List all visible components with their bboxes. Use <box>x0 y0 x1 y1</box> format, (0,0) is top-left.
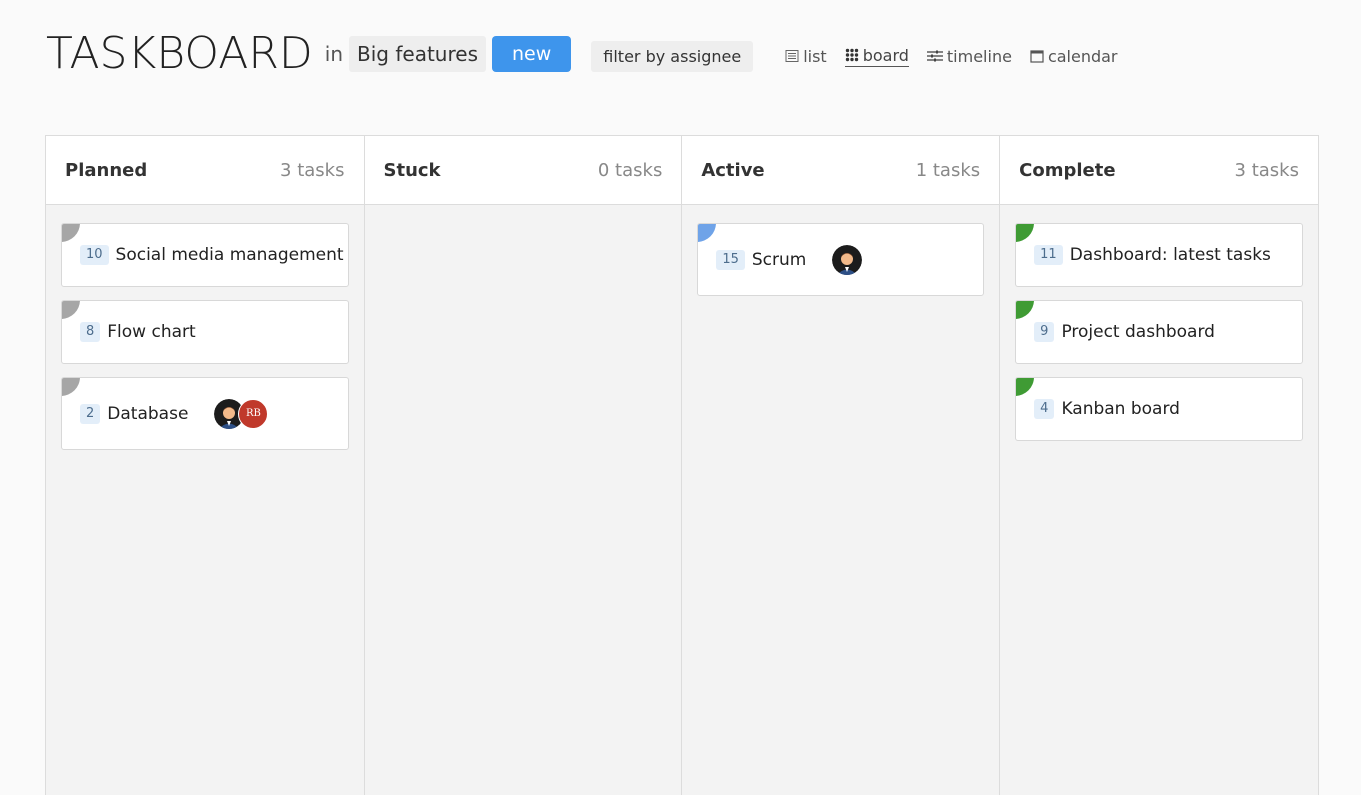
column-task-count: 1 tasks <box>915 159 981 181</box>
task-number: 11 <box>1034 245 1063 265</box>
view-label: board <box>862 45 909 65</box>
task-card[interactable]: 11 Dashboard: latest tasks <box>1015 223 1303 287</box>
assignee-avatars: RB <box>214 398 269 429</box>
board-grid-icon <box>845 48 859 62</box>
column-body[interactable]: 11 Dashboard: latest tasks 9 Project das… <box>1000 205 1318 441</box>
column-task-count: 3 tasks <box>1234 159 1299 181</box>
column-header: Stuck 0 tasks <box>364 136 682 205</box>
task-title: Project dashboard <box>1061 322 1215 342</box>
column-title: Complete <box>1019 159 1116 181</box>
view-label: calendar <box>1047 46 1118 66</box>
task-number: 8 <box>80 322 101 342</box>
view-calendar[interactable]: calendar <box>1030 47 1118 66</box>
column-complete: Complete 3 tasks 11 Dashboard: latest ta… <box>1000 136 1318 795</box>
kanban-board: Planned 3 tasks 10 Social media manageme… <box>45 135 1319 795</box>
list-icon <box>785 49 799 63</box>
view-label: list <box>803 46 827 66</box>
task-title: Flow chart <box>107 322 196 342</box>
column-task-count: 3 tasks <box>280 159 345 181</box>
column-active: Active 1 tasks 15 Scrum <box>682 136 1001 795</box>
column-stuck: Stuck 0 tasks <box>364 136 683 795</box>
column-body[interactable]: 15 Scrum <box>682 205 999 296</box>
status-corner <box>61 301 80 319</box>
view-timeline[interactable]: timeline <box>926 46 1012 66</box>
task-number: 4 <box>1034 399 1055 419</box>
column-header: Planned 3 tasks <box>46 136 364 205</box>
task-number: 9 <box>1034 322 1055 342</box>
in-label: in <box>324 42 344 66</box>
column-title: Planned <box>65 159 148 181</box>
initials-avatar[interactable]: RB <box>238 398 269 429</box>
view-list[interactable]: list <box>785 47 827 66</box>
project-selector[interactable]: Big features <box>349 36 486 72</box>
column-header: Active 1 tasks <box>682 136 1000 205</box>
task-number: 10 <box>80 245 109 265</box>
column-title: Stuck <box>383 159 441 181</box>
column-body[interactable]: 10 Social media management 8 Flow chart … <box>46 205 364 450</box>
task-card[interactable]: 4 Kanban board <box>1015 377 1303 441</box>
status-corner <box>61 224 80 242</box>
task-title: Database <box>107 403 189 424</box>
task-number: 15 <box>716 249 745 270</box>
task-card[interactable]: 15 Scrum <box>697 223 985 296</box>
filter-by-assignee-button[interactable]: filter by assignee <box>591 40 754 72</box>
task-card[interactable]: 9 Project dashboard <box>1015 300 1303 364</box>
column-task-count: 0 tasks <box>597 159 663 181</box>
column-planned: Planned 3 tasks 10 Social media manageme… <box>46 136 365 795</box>
status-corner <box>698 224 717 242</box>
view-switcher: list board timeline calendar <box>785 46 1135 67</box>
new-task-button[interactable]: new <box>492 36 572 72</box>
view-label: timeline <box>946 46 1012 66</box>
view-board[interactable]: board <box>844 45 909 67</box>
header: TASKBOARD in Big features new filter by … <box>46 28 1136 80</box>
task-number: 2 <box>80 403 101 424</box>
task-card[interactable]: 2 Database RB <box>61 377 349 450</box>
status-corner <box>1016 224 1035 242</box>
app-title: TASKBOARD <box>46 28 313 79</box>
calendar-icon <box>1030 49 1044 63</box>
status-corner <box>61 378 80 396</box>
task-title: Scrum <box>751 249 807 270</box>
person-avatar[interactable] <box>832 244 863 275</box>
column-title: Active <box>701 159 765 181</box>
assignee-avatars <box>832 244 863 275</box>
column-body[interactable] <box>365 205 682 223</box>
task-title: Kanban board <box>1061 399 1180 419</box>
task-card[interactable]: 10 Social media management <box>61 223 349 287</box>
status-corner <box>1016 301 1035 319</box>
task-title: Social media management <box>115 245 344 265</box>
task-title: Dashboard: latest tasks <box>1069 245 1271 265</box>
timeline-icon <box>926 49 943 63</box>
column-header: Complete 3 tasks <box>1000 136 1318 205</box>
status-corner <box>1016 378 1035 396</box>
task-card[interactable]: 8 Flow chart <box>61 300 349 364</box>
